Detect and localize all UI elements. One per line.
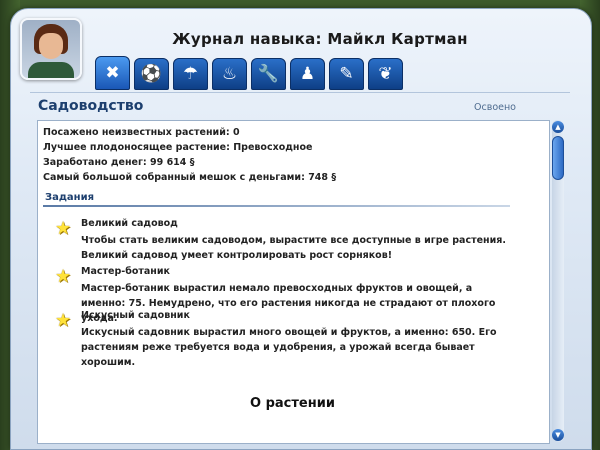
- chef-hat-icon: ♨: [221, 63, 238, 84]
- task-description: Чтобы стать великим садоводом, вырастите…: [81, 235, 506, 261]
- chess-pawn-icon: ♟: [299, 63, 316, 84]
- star-icon: ★: [55, 310, 72, 331]
- task-title: Искусный садовник: [81, 310, 190, 321]
- star-icon: ★: [55, 266, 72, 287]
- skill-status: Освоено: [474, 102, 516, 113]
- task-title: Великий садовод: [81, 218, 178, 229]
- stat-money-earned: Заработано денег: 99 614 §: [43, 157, 195, 168]
- tab-mechanics[interactable]: 🔧: [251, 58, 286, 90]
- stat-best-plant: Лучшее плодоносящее растение: Превосходн…: [43, 142, 313, 153]
- skill-name: Садоводство: [38, 98, 144, 114]
- tasks-divider: [43, 205, 510, 207]
- skill-tabs: ✖ ⚽ ☂ ♨ 🔧 ♟ ✎ ❦: [95, 56, 403, 90]
- wrench-icon: 🔧: [257, 63, 280, 84]
- tab-cooking[interactable]: ♨: [212, 58, 247, 90]
- sim-portrait: [20, 18, 82, 80]
- stat-biggest-money-bag: Самый большой собранный мешок с деньгами…: [43, 172, 337, 183]
- butterfly-icon: ❦: [378, 63, 393, 84]
- portrait-shirt: [28, 62, 74, 78]
- task-title: Мастер-ботаник: [81, 266, 170, 277]
- window-title: Журнал навыка: Майкл Картман: [172, 30, 468, 48]
- tab-handiness[interactable]: ✖: [95, 56, 130, 90]
- tab-collecting[interactable]: ❦: [368, 58, 403, 90]
- scroll-up-arrow-icon[interactable]: ▲: [552, 121, 564, 133]
- star-icon: ★: [55, 218, 72, 239]
- watering-can-icon: ☂: [182, 63, 199, 84]
- about-plant-button[interactable]: О растении: [215, 396, 370, 418]
- crossed-tools-icon: ✖: [105, 62, 120, 83]
- portrait-face: [39, 33, 63, 59]
- tab-athletic[interactable]: ⚽: [134, 58, 169, 90]
- scroll-down-arrow-icon[interactable]: ▼: [552, 429, 564, 441]
- tasks-heading: Задания: [45, 192, 95, 203]
- tab-writing[interactable]: ✎: [329, 58, 364, 90]
- skill-stats: Посажено неизвестных растений: 0 Лучшее …: [43, 125, 336, 185]
- soccer-ball-icon: ⚽: [140, 63, 163, 84]
- tab-gardening[interactable]: ☂: [173, 58, 208, 90]
- notepad-pencil-icon: ✎: [339, 63, 354, 84]
- stat-unknown-plants: Посажено неизвестных растений: 0: [43, 127, 240, 138]
- task-description: Искусный садовник вырастил много овощей …: [81, 327, 497, 368]
- tab-logic[interactable]: ♟: [290, 58, 325, 90]
- scrollbar-thumb[interactable]: [552, 136, 564, 180]
